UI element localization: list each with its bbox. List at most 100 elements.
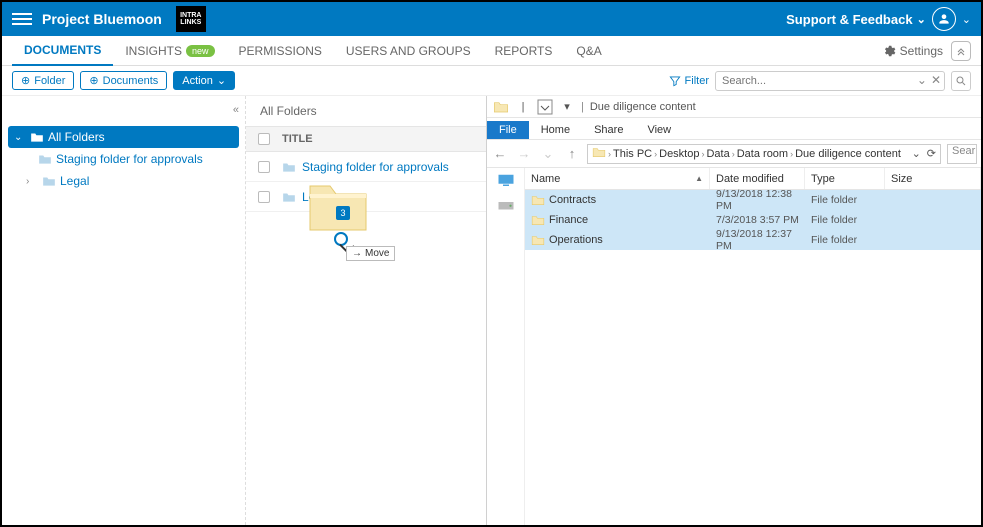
chevron-down-icon: ⌄ bbox=[14, 132, 26, 143]
settings-link[interactable]: Settings bbox=[882, 44, 943, 58]
top-bar: Project Bluemoon INTRA LINKS Support & F… bbox=[2, 2, 981, 36]
tree-root-all-folders[interactable]: ⌄ All Folders bbox=[8, 126, 239, 148]
breadcrumb-seg[interactable]: Desktop bbox=[659, 148, 699, 160]
tree-item-label: Legal bbox=[60, 174, 89, 188]
ribbon-tab-share[interactable]: Share bbox=[582, 121, 635, 139]
action-menu-button[interactable]: Action⌄ bbox=[173, 71, 235, 90]
col-size[interactable]: Size bbox=[885, 168, 981, 189]
nav-tabs: DOCUMENTS INSIGHTSnew PERMISSIONS USERS … bbox=[2, 36, 981, 66]
search-button[interactable] bbox=[951, 71, 971, 91]
folder-icon bbox=[592, 146, 606, 161]
tab-users-groups[interactable]: USERS AND GROUPS bbox=[334, 36, 483, 66]
explorer-row[interactable]: Contracts 9/13/2018 12:38 PM File folder bbox=[525, 190, 981, 210]
sort-asc-icon: ▲ bbox=[695, 174, 703, 183]
settings-label: Settings bbox=[900, 44, 943, 58]
file-name: Finance bbox=[549, 214, 588, 226]
ribbon-tab-view[interactable]: View bbox=[635, 121, 683, 139]
search-icon bbox=[955, 75, 967, 87]
explorer-ribbon: File Home Share View bbox=[487, 118, 981, 140]
explorer-search-input[interactable]: Sear bbox=[947, 144, 977, 164]
file-name: Contracts bbox=[549, 194, 596, 206]
folder-icon bbox=[282, 161, 296, 173]
explorer-row[interactable]: Operations 9/13/2018 12:37 PM File folde… bbox=[525, 230, 981, 250]
file-type: File folder bbox=[805, 214, 885, 226]
nav-forward-icon[interactable]: → bbox=[515, 146, 533, 161]
clear-icon[interactable]: ✕ bbox=[931, 73, 941, 87]
row-checkbox[interactable] bbox=[258, 191, 270, 203]
action-bar: Folder Documents Action⌄ Filter ⌄ ✕ bbox=[2, 66, 981, 96]
folder-icon bbox=[282, 191, 296, 203]
tab-permissions[interactable]: PERMISSIONS bbox=[227, 36, 334, 66]
search-box: ⌄ ✕ bbox=[715, 71, 945, 91]
breadcrumb-seg[interactable]: This PC bbox=[613, 148, 652, 160]
refresh-icon[interactable]: ⟳ bbox=[927, 147, 936, 160]
column-title[interactable]: TITLE bbox=[282, 133, 313, 145]
folder-icon bbox=[531, 214, 545, 226]
chevron-down-icon[interactable]: ⌄ bbox=[912, 147, 921, 160]
breadcrumb-seg[interactable]: Due diligence content bbox=[795, 148, 901, 160]
content-area: « ⌄ All Folders Staging folder for appro… bbox=[2, 96, 981, 525]
new-documents-button[interactable]: Documents bbox=[80, 71, 167, 90]
select-all-checkbox[interactable] bbox=[258, 133, 270, 145]
file-date: 7/3/2018 3:57 PM bbox=[710, 214, 805, 226]
row-name: Staging folder for approvals bbox=[302, 160, 449, 174]
breadcrumb-seg[interactable]: Data room bbox=[737, 148, 788, 160]
plus-icon bbox=[89, 74, 98, 87]
folder-icon bbox=[493, 99, 509, 115]
file-date: 9/13/2018 12:38 PM bbox=[710, 188, 805, 212]
chevron-right-icon: › bbox=[26, 176, 38, 187]
row-checkbox[interactable] bbox=[258, 161, 270, 173]
chevron-down-icon[interactable]: ⌄ bbox=[917, 73, 927, 87]
search-input[interactable] bbox=[715, 71, 945, 91]
desktop-icon[interactable] bbox=[497, 172, 515, 191]
overflow-icon[interactable]: ▾ bbox=[559, 99, 575, 115]
breadcrumb-seg[interactable]: Data bbox=[706, 148, 729, 160]
ribbon-tab-file[interactable]: File bbox=[487, 121, 529, 139]
folder-icon bbox=[42, 175, 56, 187]
gear-icon bbox=[882, 44, 896, 58]
explorer-columns: Name▲ Date modified Type Size bbox=[525, 168, 981, 190]
menu-icon[interactable] bbox=[12, 13, 32, 25]
drive-icon[interactable] bbox=[497, 197, 515, 216]
new-badge: new bbox=[186, 45, 215, 57]
project-title: Project Bluemoon bbox=[42, 11, 162, 27]
scroll-top-button[interactable] bbox=[951, 41, 971, 61]
explorer-file-list: Name▲ Date modified Type Size Contracts … bbox=[525, 168, 981, 525]
tab-qa[interactable]: Q&A bbox=[564, 36, 613, 66]
col-name[interactable]: Name▲ bbox=[525, 168, 710, 189]
folder-icon bbox=[38, 153, 52, 165]
explorer-row[interactable]: Finance 7/3/2018 3:57 PM File folder bbox=[525, 210, 981, 230]
support-feedback-link[interactable]: Support & Feedback ⌄ bbox=[786, 12, 926, 27]
nav-history-icon[interactable]: ⌄ bbox=[539, 146, 557, 162]
dropdown-icon[interactable] bbox=[537, 99, 553, 115]
explorer-navbar: ← → ⌄ ↑ › This PC› Desktop› Data› Data r… bbox=[487, 140, 981, 168]
nav-back-icon[interactable]: ← bbox=[491, 146, 509, 161]
funnel-icon bbox=[668, 74, 682, 88]
file-name: Operations bbox=[549, 234, 603, 246]
explorer-titlebar[interactable]: | ▾ | Due diligence content bbox=[487, 96, 981, 118]
tab-documents[interactable]: DOCUMENTS bbox=[12, 36, 113, 66]
tree-item-legal[interactable]: › Legal bbox=[8, 170, 239, 192]
chevron-down-icon: ⌄ bbox=[217, 74, 226, 87]
chevron-down-icon[interactable]: ⌄ bbox=[962, 13, 971, 26]
nav-up-icon[interactable]: ↑ bbox=[563, 146, 581, 161]
tree-item-label: Staging folder for approvals bbox=[56, 152, 203, 166]
tab-insights[interactable]: INSIGHTSnew bbox=[113, 36, 226, 66]
address-bar[interactable]: › This PC› Desktop› Data› Data room› Due… bbox=[587, 144, 941, 164]
tree-item-label: All Folders bbox=[48, 130, 105, 144]
drag-tooltip: →Move bbox=[346, 246, 395, 261]
new-folder-button[interactable]: Folder bbox=[12, 71, 74, 90]
file-explorer-window: | ▾ | Due diligence content File Home Sh… bbox=[486, 96, 981, 525]
explorer-navpane bbox=[487, 168, 525, 525]
collapse-sidebar-icon[interactable]: « bbox=[233, 104, 239, 116]
user-avatar[interactable] bbox=[932, 7, 956, 31]
col-date[interactable]: Date modified bbox=[710, 168, 805, 189]
ribbon-tab-home[interactable]: Home bbox=[529, 121, 582, 139]
tree-item-staging[interactable]: Staging folder for approvals bbox=[8, 148, 239, 170]
filter-button[interactable]: Filter bbox=[668, 74, 709, 88]
tab-reports[interactable]: REPORTS bbox=[483, 36, 565, 66]
folder-icon bbox=[531, 194, 545, 206]
support-label: Support & Feedback bbox=[786, 12, 912, 27]
col-type[interactable]: Type bbox=[805, 168, 885, 189]
folder-icon bbox=[531, 234, 545, 246]
